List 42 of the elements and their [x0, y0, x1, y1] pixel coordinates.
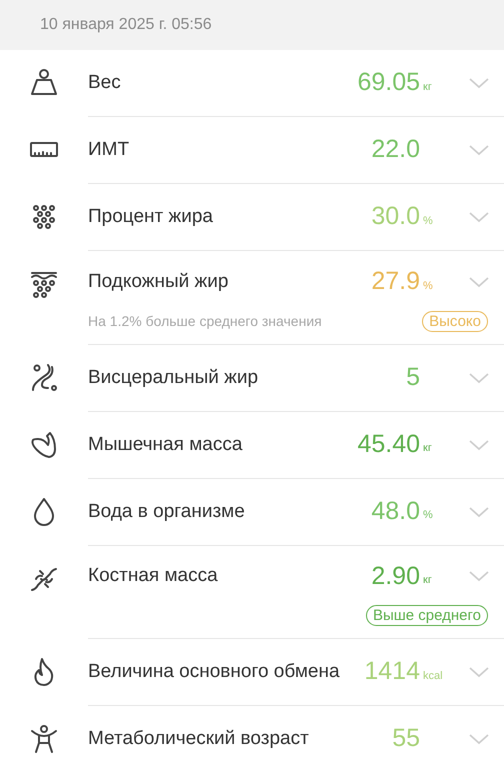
status-badge: Высоко — [422, 310, 488, 332]
metric-label: Висцеральный жир — [88, 366, 260, 390]
metric-label: Мышечная масса — [88, 432, 244, 456]
unit-label: kcal — [422, 668, 444, 684]
metric-value: 55 — [392, 723, 420, 754]
metric-label: ИМТ — [88, 138, 130, 162]
metric-label: Вес — [88, 71, 122, 95]
expand-chevron-icon[interactable] — [468, 732, 490, 746]
metric-value: 45.40 — [357, 428, 420, 460]
date-text: 10 января 2025 г. 05:56 — [40, 15, 212, 35]
metric-label: Процент жира — [88, 205, 214, 229]
expand-chevron-icon[interactable] — [468, 210, 490, 224]
note-text: На 1.2% больше среднего значения — [88, 312, 323, 331]
metric-value: 69.05 — [357, 67, 420, 98]
unit-label: % — [422, 278, 434, 294]
unit-label: кг — [422, 573, 433, 588]
metric-value: 48.0 — [371, 496, 420, 527]
expand-chevron-icon[interactable] — [468, 569, 490, 584]
status-badge: Выше среднего — [366, 605, 488, 626]
unit-label: % — [422, 508, 434, 524]
expand-chevron-icon[interactable] — [468, 665, 490, 679]
expand-chevron-icon[interactable] — [468, 143, 490, 157]
metric-label: Величина основного обмена — [88, 660, 341, 684]
metric-label: Костная масса — [88, 564, 219, 588]
metric-value: 22.0 — [371, 134, 420, 166]
unit-label: % — [422, 214, 434, 229]
metric-label: Подкожный жир — [88, 270, 230, 294]
expand-chevron-icon[interactable] — [468, 370, 490, 384]
metric-label: Метаболический возраст — [88, 727, 310, 751]
unit-label: кг — [422, 441, 433, 456]
metric-value: 30.0 — [371, 201, 420, 232]
expand-chevron-icon[interactable] — [468, 438, 490, 452]
metric-value: 2.90 — [371, 560, 420, 592]
unit-label: кг — [422, 80, 433, 95]
metric-label: Вода в организме — [88, 500, 246, 524]
metric-value: 5 — [406, 362, 420, 393]
metric-value: 27.9 — [371, 266, 420, 297]
expand-chevron-icon[interactable] — [468, 504, 490, 518]
person-icon — [28, 723, 60, 755]
expand-chevron-icon[interactable] — [468, 76, 490, 90]
expand-chevron-icon[interactable] — [468, 274, 490, 289]
metric-value: 1414 — [364, 656, 420, 688]
